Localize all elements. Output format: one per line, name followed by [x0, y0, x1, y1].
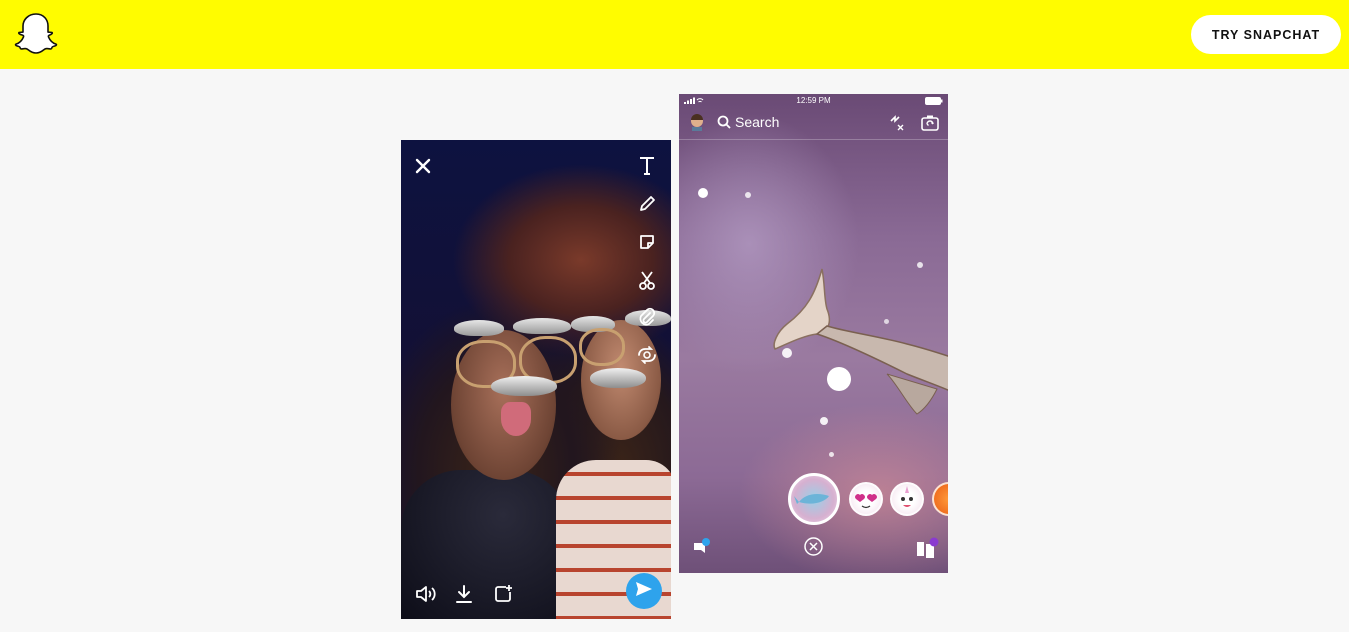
whale-lens[interactable]	[788, 473, 840, 525]
photo-tongue	[501, 402, 531, 436]
add-story-icon[interactable]	[492, 583, 514, 605]
close-icon[interactable]	[413, 156, 433, 176]
search-icon[interactable]	[717, 115, 731, 134]
snapchat-ghost-icon[interactable]	[12, 11, 60, 59]
paperclip-icon[interactable]	[636, 305, 658, 329]
send-button[interactable]	[626, 573, 662, 609]
heart-eyes-lens[interactable]	[849, 482, 883, 516]
eyebrow-filter	[454, 320, 504, 336]
send-icon	[635, 581, 653, 602]
try-snapchat-button[interactable]: TRY SNAPCHAT	[1191, 15, 1341, 54]
pencil-icon[interactable]	[636, 192, 658, 216]
glasses-filter	[579, 328, 625, 366]
divider	[679, 139, 948, 140]
eyebrow-filter	[513, 318, 571, 334]
flash-off-icon[interactable]	[889, 115, 905, 136]
stories-icon[interactable]	[916, 537, 940, 564]
search-input[interactable]: Search	[735, 114, 779, 130]
loop-icon[interactable]	[634, 343, 660, 367]
volume-icon[interactable]	[415, 584, 437, 604]
capture-cancel-icon[interactable]	[803, 536, 824, 562]
bitmoji-avatar-icon[interactable]	[688, 113, 706, 136]
battery-icon	[925, 97, 943, 107]
mustache-filter	[491, 376, 557, 396]
bubble	[745, 192, 751, 198]
camera-bottom-bar	[679, 534, 948, 564]
scissors-icon[interactable]	[636, 268, 658, 292]
status-bar: 12:59 PM	[679, 94, 948, 108]
text-icon[interactable]	[636, 154, 658, 178]
sticker-icon[interactable]	[636, 230, 658, 254]
whale-lens-effect	[767, 264, 948, 434]
bubble	[829, 452, 834, 457]
camera-phone: 12:59 PM Search	[679, 94, 948, 573]
snap-preview-phone	[401, 140, 671, 619]
unicorn-lens[interactable]	[890, 482, 924, 516]
bubble	[698, 188, 708, 198]
mustache-filter	[590, 368, 646, 388]
fox-lens[interactable]	[932, 482, 948, 516]
top-bar: TRY SNAPCHAT	[0, 0, 1349, 69]
chat-icon[interactable]	[692, 538, 712, 563]
flip-camera-icon[interactable]	[920, 114, 940, 137]
download-icon[interactable]	[454, 583, 474, 605]
status-time: 12:59 PM	[796, 96, 831, 105]
search-bar[interactable]: Search	[679, 108, 948, 138]
